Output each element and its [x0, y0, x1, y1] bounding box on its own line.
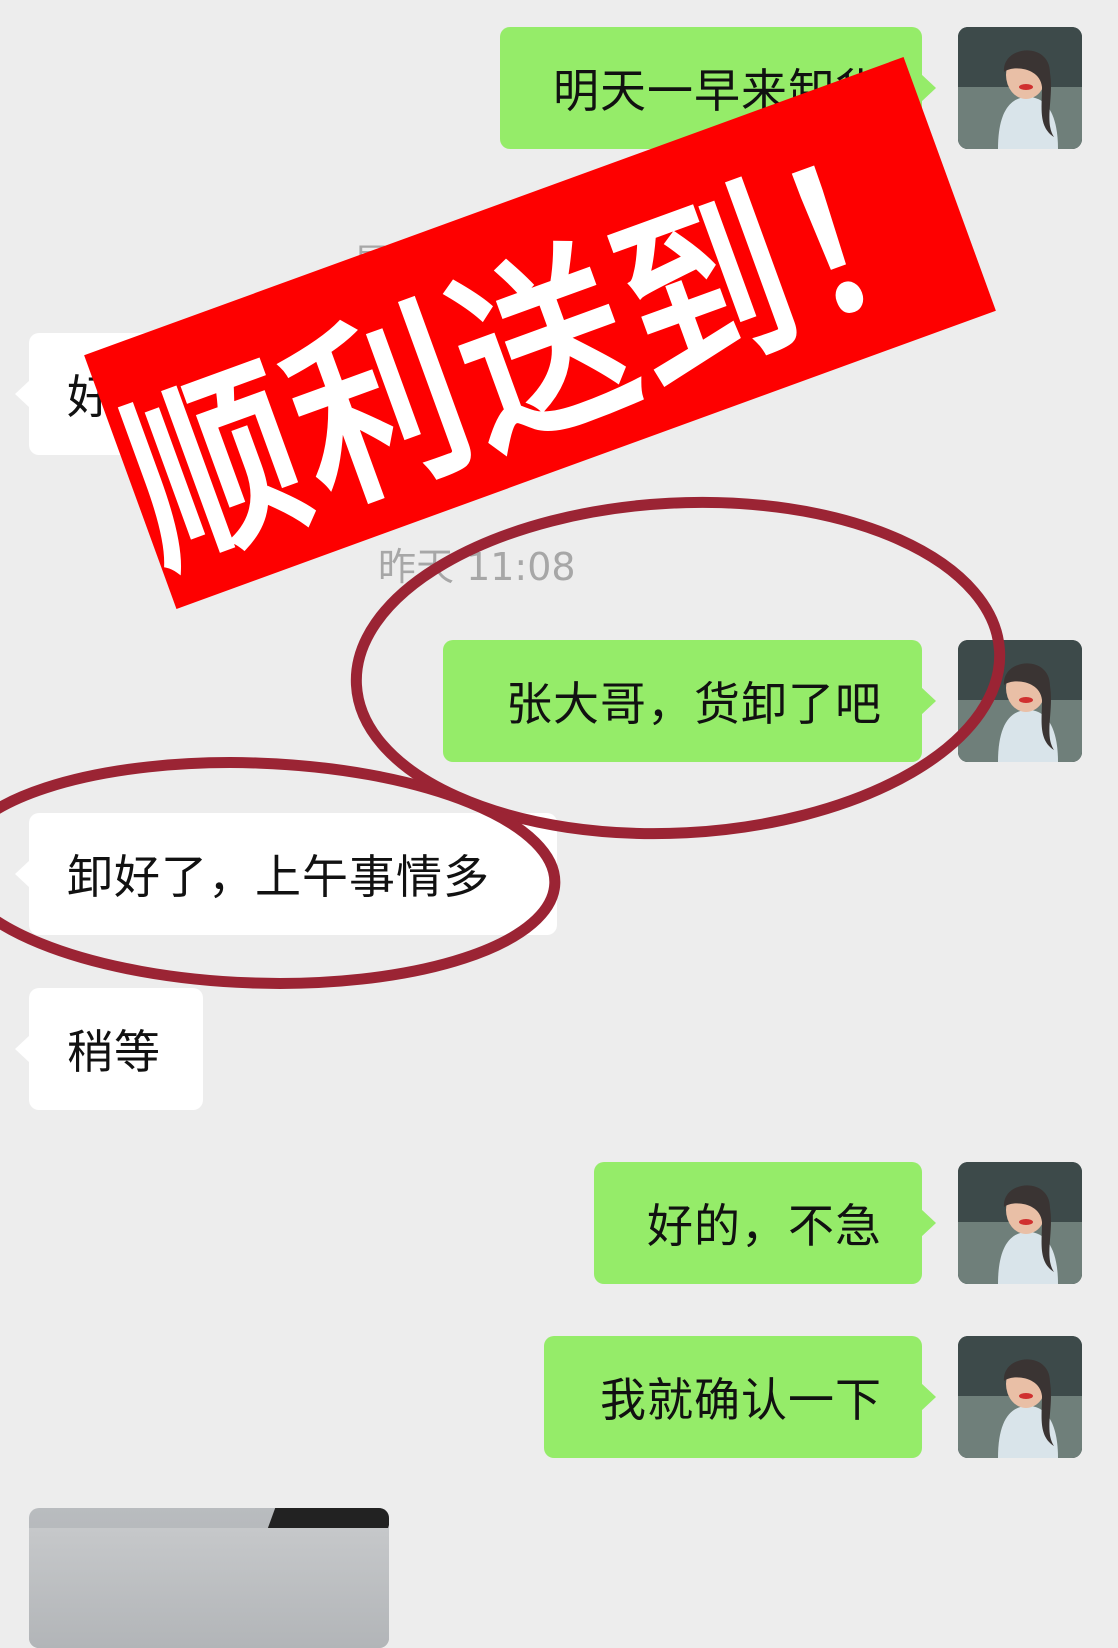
timestamp-weekday: 星期 — [353, 241, 430, 285]
avatar-photo-icon — [958, 27, 1082, 149]
incoming-message-bubble[interactable]: 稍等 — [15, 988, 203, 1110]
incoming-message-bubble[interactable]: 卸好了，上午事情多 — [15, 813, 557, 935]
message-text: 明天一早来卸货 — [553, 64, 882, 118]
user-avatar[interactable] — [958, 1162, 1082, 1284]
outgoing-message-bubble[interactable]: 明天一早来卸货 — [500, 27, 936, 149]
message-text: 张大哥，货卸了吧 — [506, 677, 882, 731]
avatar-photo-icon — [958, 1336, 1082, 1458]
message-text: 好 — [67, 370, 114, 424]
outgoing-message-bubble[interactable]: 好的，不急 — [594, 1162, 936, 1284]
incoming-image-message[interactable] — [29, 1508, 389, 1648]
chat-conversation: 明天一早来卸货 星期 好 昨天 11:08 张大哥，货卸了吧 卸好了，上午事情多… — [0, 0, 1118, 1648]
message-text: 卸好了，上午事情多 — [67, 850, 490, 904]
avatar-photo-icon — [958, 1162, 1082, 1284]
outgoing-message-bubble[interactable]: 张大哥，货卸了吧 — [443, 640, 936, 762]
user-avatar[interactable] — [958, 27, 1082, 149]
message-text: 我就确认一下 — [600, 1373, 882, 1427]
message-text: 好的，不急 — [647, 1199, 882, 1253]
outgoing-message-bubble[interactable]: 我就确认一下 — [544, 1336, 936, 1458]
user-avatar[interactable] — [958, 1336, 1082, 1458]
timestamp-yesterday: 昨天 11:08 — [378, 545, 576, 589]
image-content — [29, 1528, 389, 1648]
incoming-message-bubble[interactable]: 好 — [15, 333, 179, 455]
avatar-photo-icon — [958, 640, 1082, 762]
user-avatar[interactable] — [958, 640, 1082, 762]
message-text: 稍等 — [67, 1025, 161, 1079]
